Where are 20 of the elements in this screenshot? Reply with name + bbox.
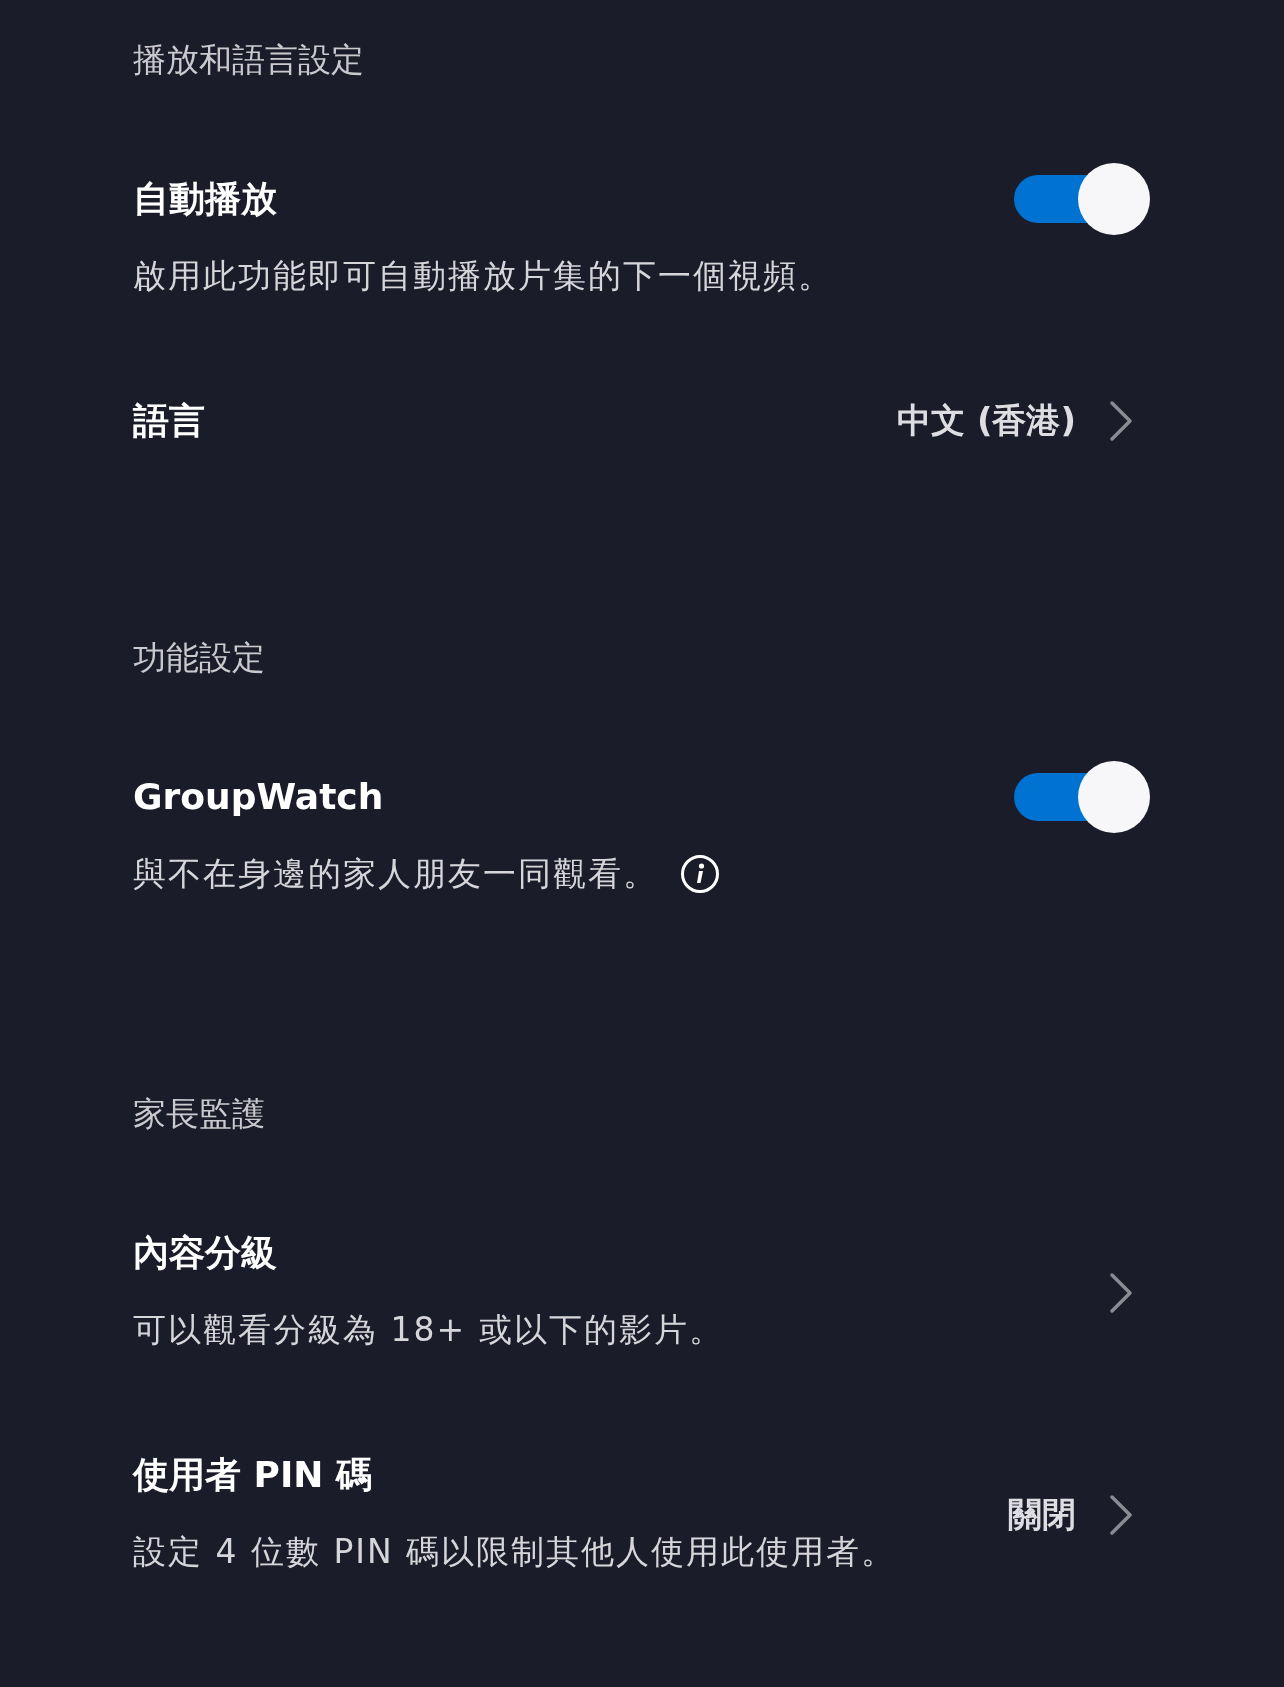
setting-description: 啟用此功能即可自動播放片集的下一個視頻。: [133, 255, 833, 297]
setting-title: 內容分級: [133, 1231, 278, 1275]
setting-value: 中文 (香港): [897, 399, 1076, 442]
setting-description: 與不在身邊的家人朋友一同觀看。: [133, 853, 658, 895]
section-header: 播放和語言設定: [133, 39, 365, 81]
section-header: 家長監護: [133, 1093, 266, 1135]
setting-description: 設定 4 位數 PIN 碼以限制其他人使用此使用者。: [133, 1531, 897, 1573]
toggle-switch[interactable]: [1014, 761, 1150, 833]
setting-title: GroupWatch: [133, 775, 385, 819]
setting-title: 自動播放: [133, 177, 278, 221]
chevron-right-icon[interactable]: [1108, 399, 1134, 443]
setting-value: 關閉: [1008, 1493, 1076, 1536]
setting-description: 可以觀看分級為 18+ 或以下的影片。: [133, 1309, 724, 1351]
toggle-switch[interactable]: [1014, 163, 1150, 235]
info-icon[interactable]: [680, 854, 720, 894]
chevron-right-icon[interactable]: [1108, 1271, 1134, 1315]
setting-title: 語言: [133, 399, 206, 443]
section-header: 功能設定: [133, 637, 266, 679]
chevron-right-icon[interactable]: [1108, 1493, 1134, 1537]
setting-title: 使用者 PIN 碼: [133, 1453, 373, 1497]
